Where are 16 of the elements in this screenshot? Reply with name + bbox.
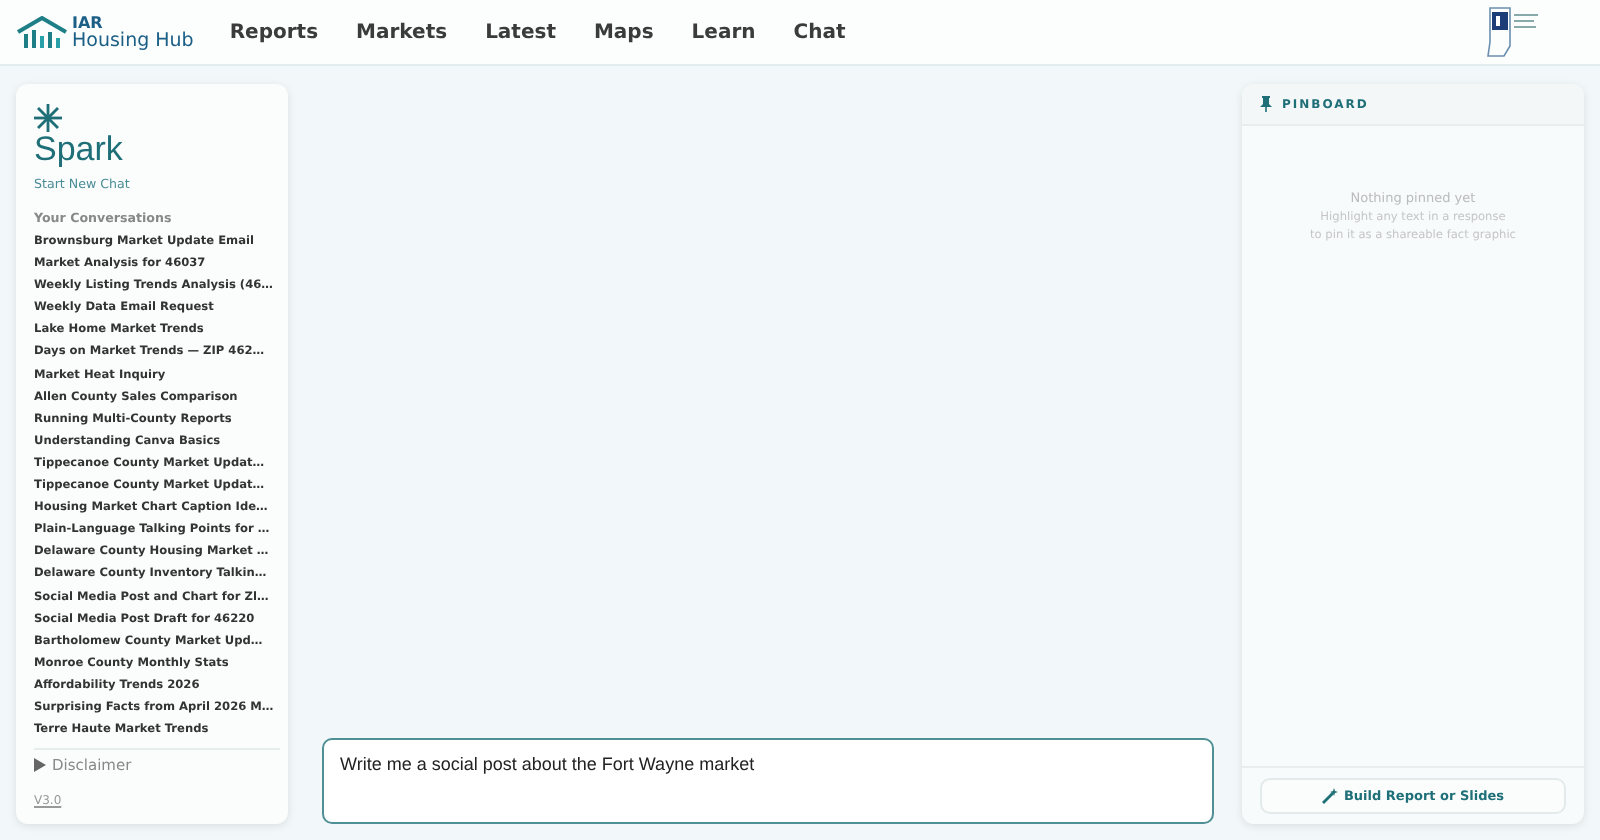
nav-link[interactable]: Maps bbox=[593, 21, 654, 43]
house-chart-logo-icon bbox=[16, 16, 68, 48]
triangle-icon bbox=[34, 758, 46, 772]
nav-link[interactable]: Reports bbox=[229, 21, 319, 43]
sidebar-title: Spark bbox=[34, 132, 125, 166]
nav-link[interactable]: Learn bbox=[691, 21, 756, 43]
asterisk-icon bbox=[34, 104, 62, 132]
message-input-field[interactable]: Write me a social post about the Fort Wayne market bbox=[322, 738, 1214, 824]
pin-icon bbox=[1260, 96, 1272, 112]
nav-link[interactable]: Latest bbox=[485, 21, 556, 43]
nav-link[interactable]: Chat bbox=[793, 21, 846, 43]
nav-link[interactable]: Markets bbox=[356, 21, 448, 43]
logo-text: IAR bbox=[72, 14, 103, 32]
magic-wand-icon bbox=[1321, 788, 1338, 804]
logo-text: Housing Hub bbox=[72, 32, 194, 50]
state-map-logo-icon bbox=[1484, 6, 1544, 58]
